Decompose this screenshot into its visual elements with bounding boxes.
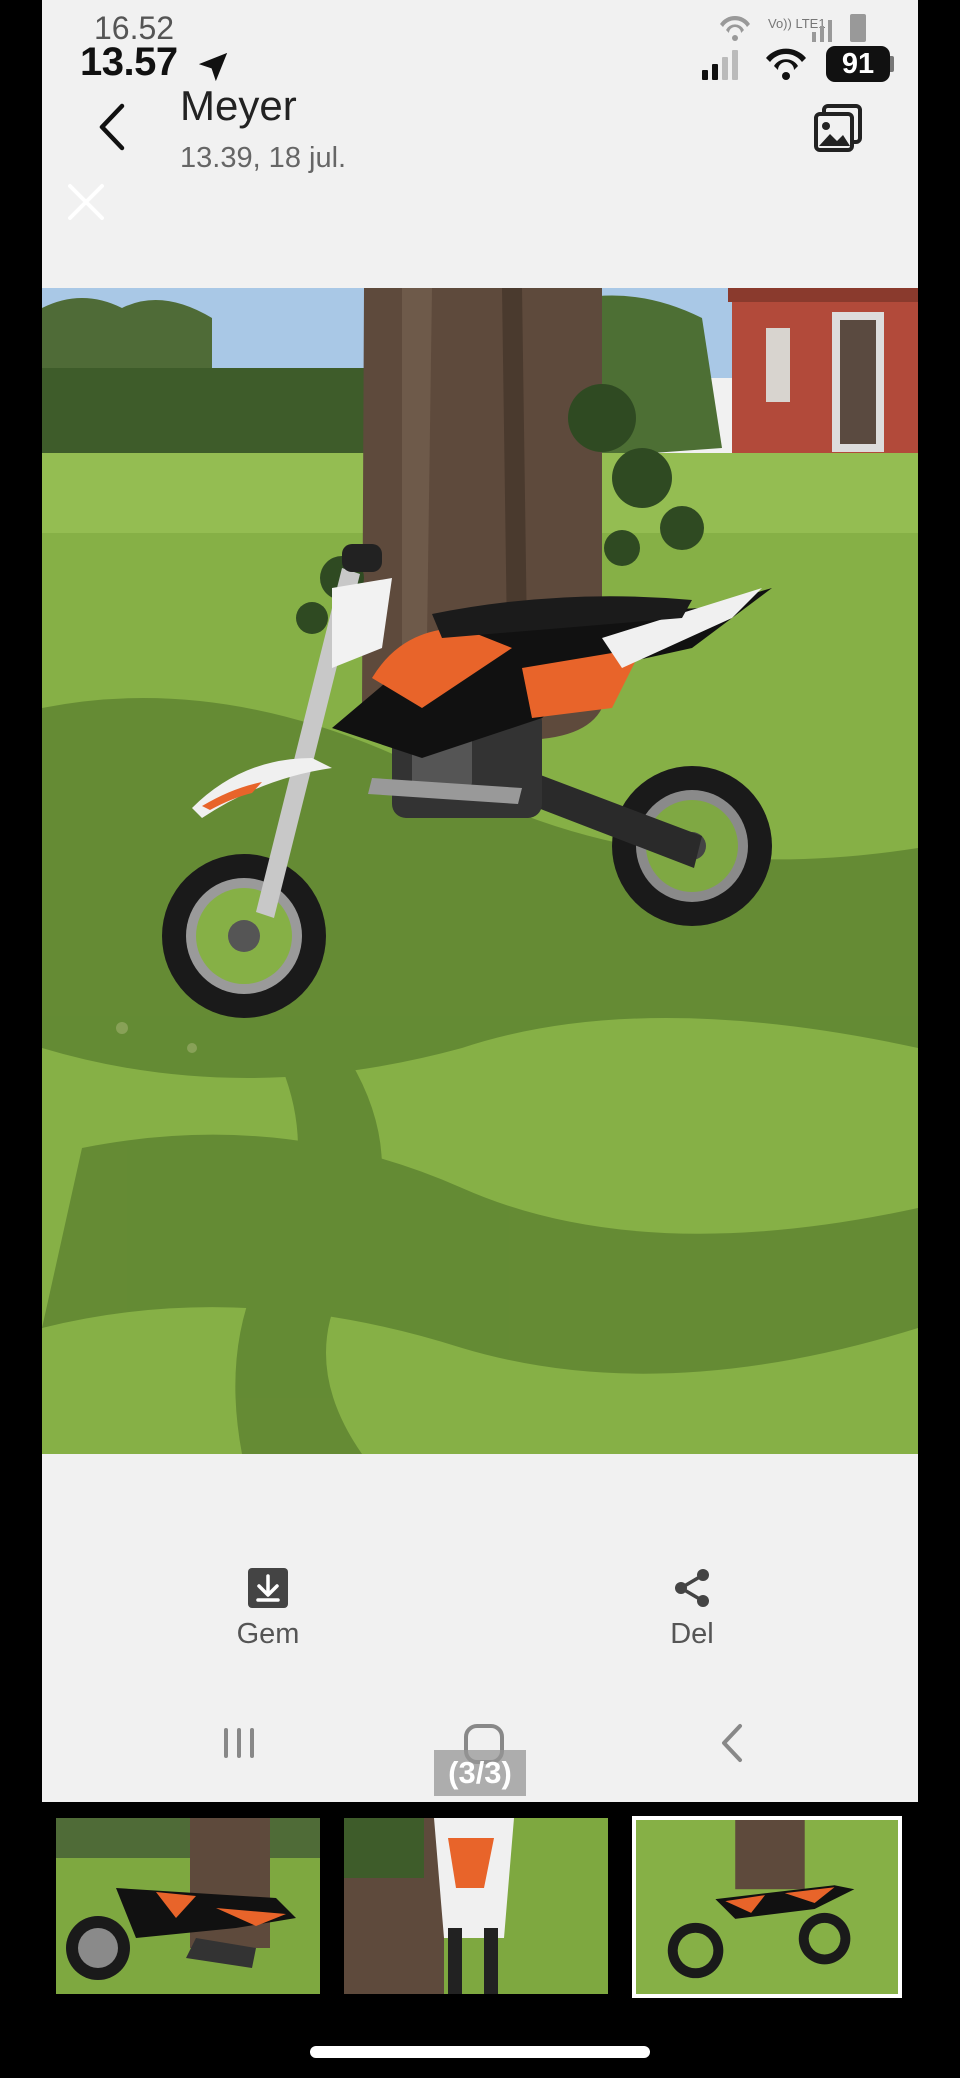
motorcycle-photo [42,288,918,1454]
download-icon [248,1568,288,1608]
image-gallery-icon[interactable] [812,102,864,154]
share-icon [675,1569,709,1607]
save-button[interactable]: Gem [208,1566,328,1651]
image-counter: (3/3) [434,1750,526,1796]
nav-back-icon[interactable] [716,1720,746,1766]
share-label: Del [670,1618,714,1650]
thumbnail-2[interactable] [344,1818,608,1994]
status-icons-under: Vo)) LTE1 [720,14,866,42]
message-timestamp: 13.39, 18 jul. [180,142,347,174]
network-under-text: Vo)) LTE1 [768,16,826,31]
status-time: 13.57 [80,40,178,84]
chat-title: Meyer [180,82,297,129]
battery-nub [890,56,894,72]
back-icon[interactable] [92,98,132,156]
battery-indicator: 91 [826,46,890,82]
thumbnail-1[interactable] [56,1818,320,1994]
recent-apps-icon[interactable] [220,1726,258,1760]
close-icon[interactable] [64,180,108,224]
thumbnail-3-selected[interactable] [632,1816,902,1998]
home-indicator[interactable] [310,2046,650,2058]
save-label: Gem [236,1618,300,1650]
share-button[interactable]: Del [632,1566,752,1651]
location-arrow-icon [198,52,228,82]
